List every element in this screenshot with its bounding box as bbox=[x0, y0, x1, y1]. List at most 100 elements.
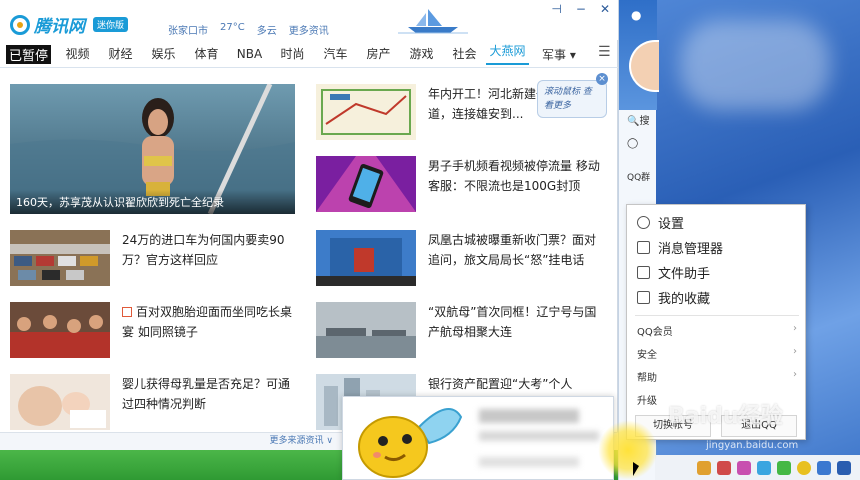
qq-group-label[interactable]: QQ群 bbox=[627, 170, 650, 183]
nav-tab-active[interactable]: 大燕网 bbox=[486, 42, 529, 65]
news-content: 160天，苏享茂从认识翟欣欣到死亡全纪录 24万的进口车为何国内要卖90万？官方… bbox=[0, 68, 618, 436]
nav-tab[interactable]: 社会 bbox=[443, 45, 486, 62]
nav-tab[interactable]: 娱乐 bbox=[142, 45, 185, 62]
news-item[interactable]: “双航母”首次同框！辽宁号与国产航母相聚大连 bbox=[316, 302, 603, 358]
weather-city[interactable]: 张家口市 bbox=[168, 22, 208, 37]
menu-label: 我的收藏 bbox=[658, 292, 711, 307]
gear-icon bbox=[637, 216, 650, 229]
hero-caption: 160天，苏享茂从认识翟欣欣到死亡全纪录 bbox=[10, 190, 295, 214]
grid-icon[interactable] bbox=[837, 460, 851, 475]
news-item[interactable]: 24万的进口车为何国内要卖90万？官方这样回应 bbox=[10, 230, 297, 286]
news-title: “双航母”首次同框！辽宁号与国产航母相聚大连 bbox=[428, 305, 597, 339]
qq-bottom-toolbar bbox=[655, 455, 860, 480]
cursor-highlight bbox=[598, 420, 658, 480]
news-thumbnail bbox=[10, 230, 110, 286]
news-title: 百对双胞胎迎面而坐同吃长桌宴 如同照镜子 bbox=[122, 302, 297, 358]
nav-tab[interactable]: 游戏 bbox=[400, 45, 443, 62]
bookmark-icon bbox=[637, 291, 650, 304]
nav-tab[interactable]: 视频 bbox=[56, 45, 99, 62]
mouse-cursor-icon bbox=[633, 462, 639, 476]
sailboat-icon bbox=[398, 9, 468, 34]
folder-icon bbox=[637, 266, 650, 279]
notification-toast[interactable] bbox=[342, 396, 614, 480]
news-thumbnail bbox=[316, 84, 416, 140]
nav-tab[interactable]: 体育 bbox=[185, 45, 228, 62]
app-icon[interactable] bbox=[757, 460, 771, 475]
app-icon[interactable] bbox=[737, 460, 751, 475]
pin-icon[interactable]: ⊣ bbox=[551, 2, 561, 16]
news-title: 凤凰古城被曝重新收门票？面对追问，旅文局局长“怒”挂电话 bbox=[428, 233, 597, 267]
menu-item-message-manager[interactable]: 消息管理器 bbox=[637, 238, 723, 257]
news-thumbnail bbox=[316, 230, 416, 286]
baidu-watermark-url: jingyan.baidu.com bbox=[706, 440, 799, 451]
search-icon[interactable]: 🔍搜 bbox=[627, 112, 649, 127]
news-nav: 视频 财经 娱乐 体育 NBA 时尚 汽车 房产 游戏 社会 大燕网 bbox=[0, 40, 618, 68]
app-icon[interactable] bbox=[797, 460, 811, 475]
qq-logo-icon: ● bbox=[631, 8, 642, 22]
weather-temp: 27°C bbox=[220, 22, 245, 33]
logo-text: 腾讯网 bbox=[34, 17, 85, 37]
news-item[interactable]: 凤凰古城被曝重新收门票？面对追问，旅文局局长“怒”挂电话 bbox=[316, 230, 603, 286]
nav-tab[interactable]: 房产 bbox=[357, 45, 400, 62]
news-thumbnail bbox=[10, 302, 110, 358]
menu-label: 设置 bbox=[658, 217, 685, 232]
hero-news[interactable]: 160天，苏享茂从认识翟欣欣到死亡全纪录 bbox=[10, 84, 295, 214]
news-item[interactable]: 男子手机频看视频被停流量 移动客服：不限流也是100G封顶 bbox=[316, 156, 603, 212]
logo-badge: 迷你版 bbox=[93, 17, 129, 32]
news-title: 24万的进口车为何国内要卖90万？官方这样回应 bbox=[122, 233, 285, 267]
news-item[interactable]: 百对双胞胎迎面而坐同吃长桌宴 如同照镜子 bbox=[10, 302, 297, 358]
news-thumbnail bbox=[10, 374, 110, 430]
menu-label: 文件助手 bbox=[658, 267, 711, 282]
news-item[interactable]: 婴儿获得母乳量是否充足？可通过四种情况判断 bbox=[10, 374, 297, 430]
chevron-right-icon: › bbox=[793, 346, 797, 357]
news-thumbnail bbox=[316, 156, 416, 212]
window-controls: ⊣ − ✕ bbox=[551, 2, 610, 16]
chevron-right-icon: › bbox=[793, 369, 797, 380]
news-window: 腾讯网 迷你版 张家口市 27°C 多云 更多资讯 ⊣ − ✕ 视频 财经 娱乐… bbox=[0, 0, 618, 450]
desktop-blur bbox=[680, 20, 830, 110]
tencent-logo-icon bbox=[10, 14, 30, 35]
menu-item-file-assistant[interactable]: 文件助手 bbox=[637, 263, 710, 282]
menu-item-favorites[interactable]: 我的收藏 bbox=[637, 288, 710, 307]
paused-overlay-label: 已暂停 bbox=[6, 45, 52, 64]
menu-sub-label: 升级 bbox=[637, 396, 657, 407]
news-title: 婴儿获得母乳量是否充足？可通过四种情况判断 bbox=[122, 377, 291, 411]
menu-sub-security[interactable]: 安全 › bbox=[637, 346, 797, 361]
news-header: 腾讯网 迷你版 张家口市 27°C 多云 更多资讯 ⊣ − ✕ bbox=[0, 0, 618, 40]
baidu-watermark: Baidu经验 bbox=[668, 404, 783, 429]
nav-tab[interactable]: NBA bbox=[228, 47, 271, 61]
menu-sub-vip[interactable]: QQ会员 › bbox=[637, 323, 797, 338]
close-icon[interactable]: ✕ bbox=[600, 2, 610, 16]
nav-more-dropdown[interactable]: 军事 ▾ bbox=[542, 46, 576, 63]
play-icon[interactable] bbox=[777, 460, 791, 475]
nav-tab[interactable]: 时尚 bbox=[271, 45, 314, 62]
menu-divider bbox=[635, 315, 799, 316]
nav-tab[interactable]: 财经 bbox=[99, 45, 142, 62]
chat-icon[interactable]: ◯ bbox=[627, 138, 638, 149]
news-title: 男子手机频看视频被停流量 移动客服：不限流也是100G封顶 bbox=[428, 159, 600, 193]
menu-item-settings[interactable]: 设置 bbox=[637, 213, 684, 232]
app-icon[interactable] bbox=[717, 460, 731, 475]
app-icon[interactable] bbox=[697, 460, 711, 475]
blurred-text bbox=[479, 409, 579, 423]
blurred-text bbox=[479, 457, 579, 467]
menu-sub-label: 安全 bbox=[637, 350, 657, 361]
mascot-bird-icon bbox=[358, 408, 463, 478]
shield-icon[interactable] bbox=[817, 460, 831, 475]
chevron-right-icon: › bbox=[793, 323, 797, 334]
minimize-icon[interactable]: − bbox=[576, 2, 586, 16]
nav-tab[interactable]: 汽车 bbox=[314, 45, 357, 62]
menu-icon[interactable]: ☰ bbox=[598, 44, 611, 60]
menu-label: 消息管理器 bbox=[658, 242, 724, 257]
weather-condition: 多云 bbox=[256, 26, 277, 37]
menu-sub-help[interactable]: 帮助 › bbox=[637, 369, 797, 384]
close-tip-icon[interactable]: × bbox=[596, 73, 608, 85]
blurred-text bbox=[479, 431, 599, 441]
menu-sub-label: 帮助 bbox=[637, 373, 657, 384]
menu-sub-label: QQ会员 bbox=[637, 327, 673, 338]
news-title-text: 百对双胞胎迎面而坐同吃长桌宴 如同照镜子 bbox=[122, 305, 293, 339]
tencent-logo[interactable]: 腾讯网 迷你版 bbox=[10, 12, 129, 37]
more-news-link[interactable]: 更多资讯 bbox=[289, 22, 329, 37]
news-thumbnail bbox=[316, 302, 416, 358]
search-hint: 搜 bbox=[639, 116, 650, 127]
